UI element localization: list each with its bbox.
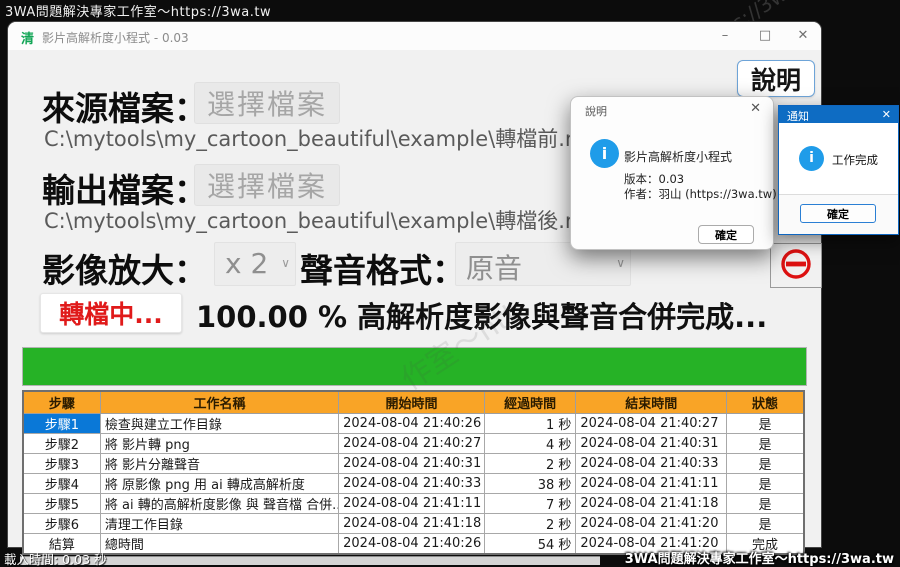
column-header[interactable]: 狀態	[726, 390, 805, 414]
table-cell: 2 秒	[483, 513, 577, 534]
table-cell: 清理工作目錄	[99, 513, 340, 534]
table-cell: 總時間	[99, 533, 340, 555]
table-cell: 是	[726, 513, 805, 534]
notify-dialog-title: 通知	[787, 110, 809, 123]
help-version: 版本：0.03	[624, 172, 685, 186]
table-cell: 是	[726, 453, 805, 474]
title-bar[interactable]: 清 影片高解析度小程式 - 0.03 – □ ✕	[8, 22, 821, 50]
chevron-down-icon: ∨	[281, 256, 290, 270]
table-cell: 4 秒	[483, 433, 577, 454]
table-cell: 38 秒	[483, 473, 577, 494]
source-path: C:\mytools\my_cartoon_beautiful\example\…	[44, 127, 613, 151]
audio-format-label: 聲音格式：	[300, 251, 465, 290]
steps-table: 步驟 工作名稱 開始時間 經過時間 結束時間 狀態 步驟1 檢查與建立工作目錄 20…	[22, 390, 805, 555]
notify-dialog-titlebar[interactable]: 通知 ✕	[779, 106, 898, 123]
maximize-button[interactable]: □	[754, 26, 776, 46]
table-cell: 步驟3	[22, 453, 101, 474]
table-cell: 步驟1	[22, 413, 101, 434]
table-cell: 將 ai 轉的高解析度影像 與 聲音檔 合併...	[99, 493, 340, 514]
table-cell: 將 影片分離聲音	[99, 453, 340, 474]
help-app-name: 影片高解析度小程式	[624, 150, 733, 164]
info-icon: i	[799, 146, 824, 171]
notify-message: 工作完成	[832, 153, 878, 167]
table-cell: 是	[726, 433, 805, 454]
column-header[interactable]: 結束時間	[575, 390, 728, 414]
table-cell: 2024-08-04 21:41:20	[575, 513, 728, 534]
table-cell: 2024-08-04 21:40:27	[338, 433, 485, 454]
table-cell: 檢查與建立工作目錄	[99, 413, 340, 434]
column-header[interactable]: 步驟	[22, 390, 101, 414]
audio-format-value: 原音	[466, 252, 523, 285]
table-cell: 2024-08-04 21:41:18	[338, 513, 485, 534]
load-time-status: 載入時間: 0.03 秒	[4, 552, 107, 567]
window-title: 影片高解析度小程式 - 0.03	[42, 31, 189, 45]
help-dialog: 說明 ✕ i 影片高解析度小程式 版本：0.03 作者：羽山 (https://…	[570, 96, 777, 250]
stop-button[interactable]	[770, 243, 822, 288]
source-pick-button[interactable]: 選擇檔案	[194, 82, 340, 124]
table-cell: 2024-08-04 21:41:18	[575, 493, 728, 514]
table-cell: 2024-08-04 21:40:26	[338, 413, 485, 434]
minimize-button[interactable]: –	[714, 26, 736, 46]
notify-ok-button[interactable]: 確定	[800, 204, 876, 223]
table-cell: 將 原影像 png 用 ai 轉成高解析度	[99, 473, 340, 494]
table-row[interactable]: 步驟4 將 原影像 png 用 ai 轉成高解析度 2024-08-04 21:40…	[22, 473, 805, 494]
table-cell: 2 秒	[483, 453, 577, 474]
column-header[interactable]: 工作名稱	[99, 390, 340, 414]
table-cell: 2024-08-04 21:40:31	[338, 453, 485, 474]
app-icon: 清	[21, 32, 35, 47]
desktop: 3WA問題解決專家工作室～https://3wa.tw https://3wa.…	[0, 0, 900, 567]
table-cell: 是	[726, 493, 805, 514]
help-ok-button[interactable]: 確定	[698, 225, 754, 244]
table-cell: 2024-08-04 21:40:33	[575, 453, 728, 474]
table-cell: 步驟5	[22, 493, 101, 514]
table-row[interactable]: 步驟1 檢查與建立工作目錄 2024-08-04 21:40:26 1 秒 2024-0…	[22, 413, 805, 434]
table-cell: 2024-08-04 21:41:11	[575, 473, 728, 494]
table-cell: 是	[726, 413, 805, 434]
steps-table-body: 步驟1 檢查與建立工作目錄 2024-08-04 21:40:26 1 秒 2024-0…	[22, 413, 805, 555]
table-cell: 2024-08-04 21:40:26	[338, 533, 485, 555]
table-cell: 1 秒	[483, 413, 577, 434]
scale-value: x 2	[225, 247, 269, 280]
scale-dropdown[interactable]: x 2 ∨	[214, 242, 296, 286]
convert-button[interactable]: 轉檔中...	[40, 293, 182, 333]
output-path: C:\mytools\my_cartoon_beautiful\example\…	[44, 209, 613, 233]
close-button[interactable]: ✕	[792, 26, 814, 46]
table-cell: 2024-08-04 21:41:11	[338, 493, 485, 514]
notify-dialog: 通知 ✕ i 工作完成 確定	[778, 105, 899, 235]
help-button[interactable]: 說明	[737, 60, 815, 97]
output-pick-button[interactable]: 選擇檔案	[194, 164, 340, 206]
table-cell: 步驟6	[22, 513, 101, 534]
scale-label: 影像放大：	[42, 251, 207, 290]
prohibition-icon	[781, 249, 811, 279]
table-cell: 將 影片轉 png	[99, 433, 340, 454]
table-cell: 7 秒	[483, 493, 577, 514]
close-icon[interactable]: ✕	[882, 108, 891, 121]
table-cell: 2024-08-04 21:40:33	[338, 473, 485, 494]
background-window-strip	[20, 556, 600, 565]
table-row[interactable]: 步驟2 將 影片轉 png 2024-08-04 21:40:27 4 秒 2024-0…	[22, 433, 805, 454]
info-icon: i	[590, 139, 619, 168]
table-row[interactable]: 步驟5 將 ai 轉的高解析度影像 與 聲音檔 合併... 2024-08-04 2…	[22, 493, 805, 514]
table-cell: 2024-08-04 21:40:31	[575, 433, 728, 454]
desktop-watermark-top: 3WA問題解決專家工作室～https://3wa.tw	[5, 5, 272, 20]
table-row[interactable]: 步驟3 將 影片分離聲音 2024-08-04 21:40:31 2 秒 2024-08…	[22, 453, 805, 474]
table-cell: 是	[726, 473, 805, 494]
column-header[interactable]: 經過時間	[483, 390, 577, 414]
desktop-watermark-bottom: 3WA問題解決專家工作室～https://3wa.tw	[624, 552, 894, 567]
help-dialog-title: 說明	[585, 105, 607, 118]
table-cell: 步驟2	[22, 433, 101, 454]
table-cell: 2024-08-04 21:40:27	[575, 413, 728, 434]
table-row[interactable]: 步驟6 清理工作目錄 2024-08-04 21:41:18 2 秒 2024-08-0…	[22, 513, 805, 534]
table-cell: 步驟4	[22, 473, 101, 494]
chevron-down-icon: ∨	[616, 256, 625, 270]
help-author: 作者：羽山 (https://3wa.tw)	[624, 187, 777, 201]
table-cell: 54 秒	[483, 533, 577, 555]
close-icon[interactable]: ✕	[750, 101, 761, 116]
